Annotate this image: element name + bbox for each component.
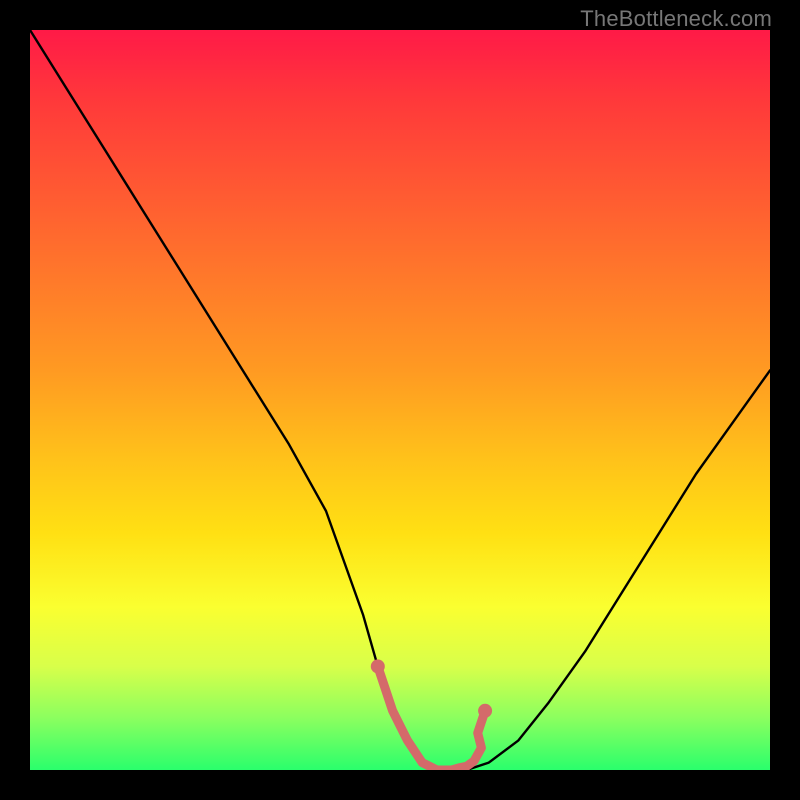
bottleneck-curve [30, 30, 770, 770]
chart-frame: TheBottleneck.com [0, 0, 800, 800]
trough-marker-start [371, 659, 385, 673]
plot-area [30, 30, 770, 770]
trough-markers [371, 659, 492, 770]
watermark-text: TheBottleneck.com [580, 6, 772, 32]
trough-marker-end [478, 704, 492, 718]
trough-marker-path [378, 666, 485, 770]
curve-svg [30, 30, 770, 770]
